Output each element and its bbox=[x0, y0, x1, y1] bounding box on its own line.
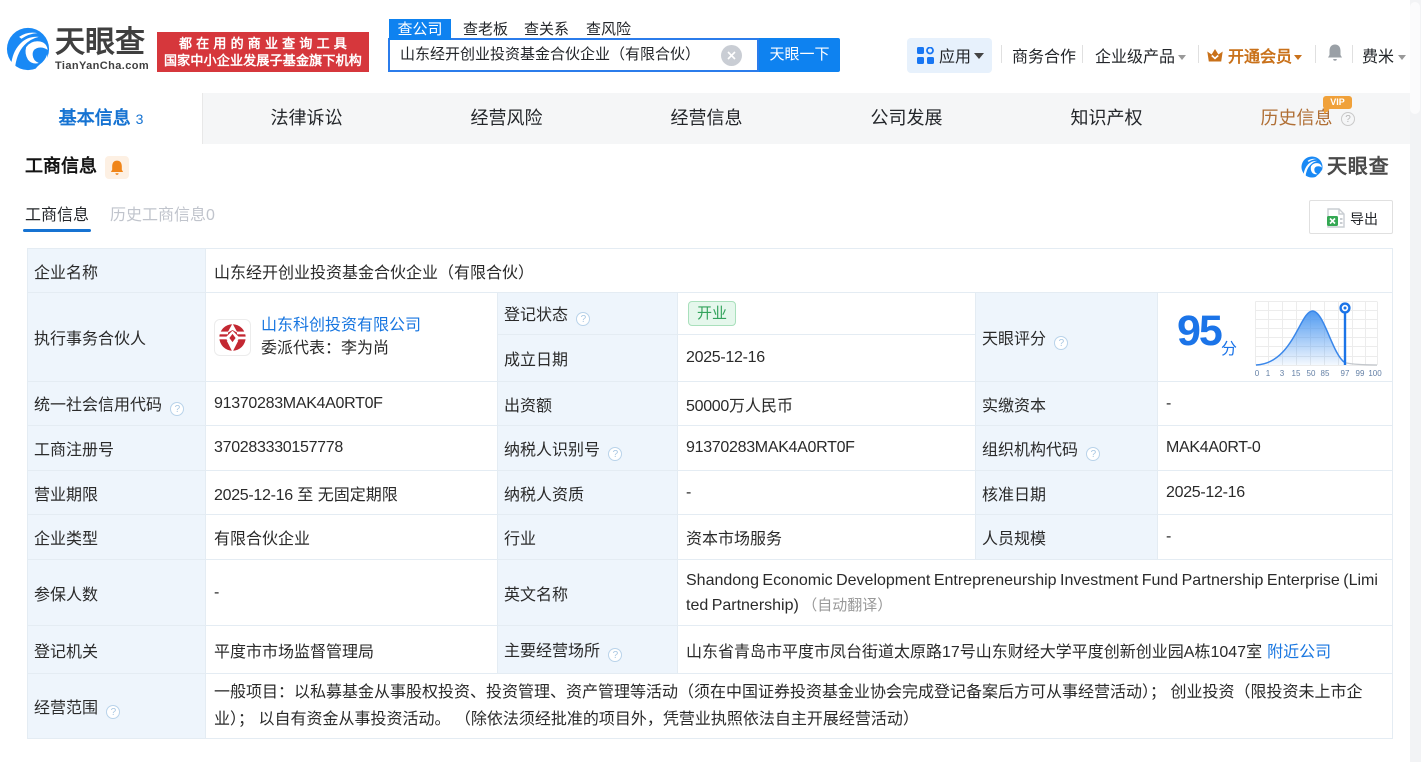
svg-text:50: 50 bbox=[1307, 369, 1316, 378]
svg-text:3: 3 bbox=[1280, 369, 1285, 378]
svg-text:0: 0 bbox=[1255, 369, 1260, 378]
svg-text:100: 100 bbox=[1368, 369, 1382, 378]
svg-text:85: 85 bbox=[1321, 369, 1330, 378]
svg-text:15: 15 bbox=[1292, 369, 1301, 378]
svg-text:99: 99 bbox=[1356, 369, 1365, 378]
svg-text:97: 97 bbox=[1341, 369, 1350, 378]
svg-text:1: 1 bbox=[1266, 369, 1271, 378]
